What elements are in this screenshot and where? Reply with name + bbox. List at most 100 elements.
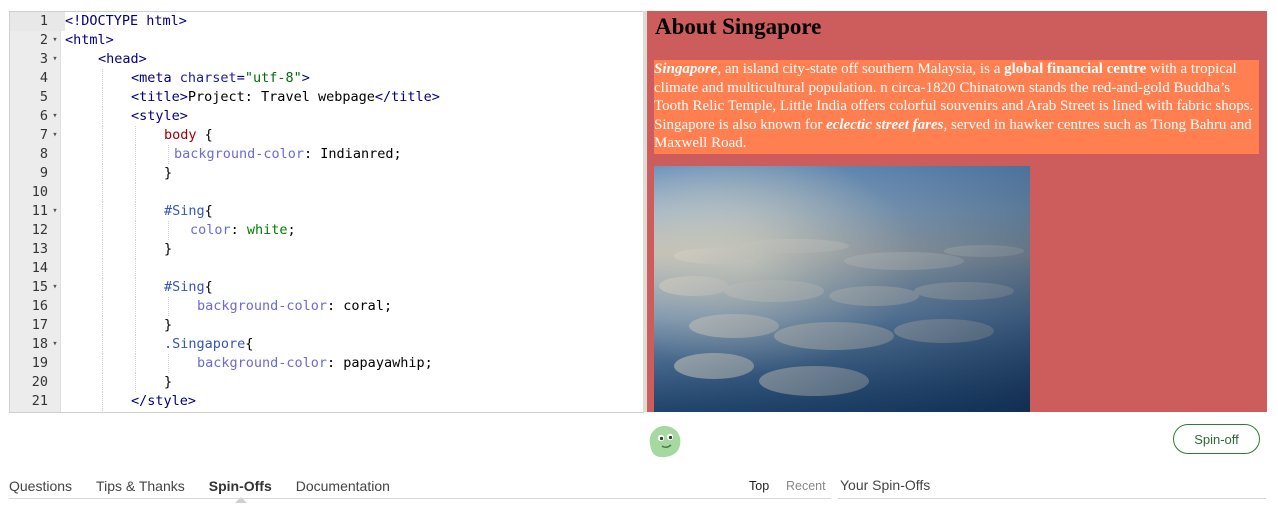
bold-global-financial-centre: global financial centre (1004, 61, 1147, 77)
code-text: </style> (65, 392, 643, 411)
preview-heading: About Singapore (655, 14, 822, 39)
code-text: background-color: papayawhip; (65, 354, 643, 373)
code-token: > (301, 70, 310, 86)
code-line[interactable]: 18 ▾ .Singapore{ (10, 335, 643, 354)
line-number: 19 (31, 355, 48, 371)
code-line[interactable]: 17} (10, 316, 643, 335)
code-token: charset (179, 70, 237, 86)
line-number: 8 (39, 146, 48, 162)
code-text: <html> (65, 31, 643, 50)
code-token: <style> (131, 108, 188, 124)
tab-tips-thanks[interactable]: Tips & Thanks (96, 478, 185, 498)
line-number: 11 (31, 203, 48, 219)
code-token: <html> (65, 32, 114, 48)
code-token: { (245, 336, 254, 352)
code-line[interactable]: 8 background-color: Indianred; (10, 145, 643, 164)
code-token: ; (287, 222, 296, 238)
line-number: 3 (39, 51, 48, 67)
code-text: } (65, 240, 643, 259)
code-token: </style> (131, 393, 197, 409)
sort-recent-link[interactable]: Recent (786, 479, 826, 493)
code-text: <meta charset="utf-8"> (65, 69, 643, 88)
fold-toggle-icon[interactable]: ▾ (50, 50, 60, 69)
code-line[interactable]: 10 (10, 183, 643, 202)
indent-guide (135, 183, 136, 202)
code-token: body (164, 127, 205, 143)
code-token: #Sing (164, 279, 205, 295)
code-line[interactable]: 2 ▾ <html> (10, 31, 643, 50)
line-number: 5 (39, 89, 48, 105)
code-line[interactable]: 1 <!DOCTYPE html> (10, 12, 643, 31)
spin-off-button[interactable]: Spin-off (1173, 424, 1260, 454)
line-number: 7 (39, 127, 48, 143)
em-singapore: Singapore (654, 61, 718, 77)
code-line[interactable]: 19 background-color: papayawhip; (10, 354, 643, 373)
singapore-paragraph: Singapore, an island city-state off sout… (654, 60, 1259, 154)
line-number: 6 (39, 108, 48, 124)
tab-spin-offs[interactable]: Spin-Offs (209, 478, 272, 503)
code-token: } (164, 241, 173, 257)
code-token: </title> (374, 89, 440, 105)
fold-toggle-icon[interactable]: ▾ (50, 107, 60, 126)
bottom-tabs: Questions Tips & Thanks Spin-Offs Docume… (9, 478, 414, 503)
sort-top-link[interactable]: Top (749, 479, 769, 493)
code-token: #Sing (164, 203, 205, 219)
fold-toggle-icon[interactable]: ▾ (50, 278, 60, 297)
code-line[interactable]: 9} (10, 164, 643, 183)
line-number: 2 (39, 32, 48, 48)
tab-documentation[interactable]: Documentation (296, 478, 390, 498)
code-token: .Singapore (164, 336, 246, 352)
code-token: : papayawhip; (327, 355, 433, 371)
code-line[interactable]: 12 color: white; (10, 221, 643, 240)
tabs-divider (9, 498, 831, 499)
code-text: #Sing{ (65, 278, 643, 297)
code-editor[interactable]: 1 <!DOCTYPE html> 2 ▾ <html> 3 ▾ <head> 4 <meta c… (9, 11, 644, 413)
code-token: : Indianred; (304, 146, 402, 162)
indent-guide (102, 259, 103, 278)
code-token: background-color (197, 355, 328, 371)
clouds-photo (654, 166, 1030, 412)
code-line[interactable]: 3 ▾ <head> (10, 50, 643, 69)
code-lines[interactable]: 1 <!DOCTYPE html> 2 ▾ <html> 3 ▾ <head> 4 <meta c… (10, 12, 643, 411)
code-line[interactable]: 14 (10, 259, 643, 278)
code-token: color (190, 222, 231, 238)
para-text-1: , an island city-state off southern Mala… (717, 61, 1005, 77)
your-spin-offs-heading: Your Spin-Offs (840, 477, 931, 493)
code-token: <title> (131, 89, 188, 105)
code-text: body { (65, 126, 643, 145)
fold-toggle-icon[interactable]: ▾ (50, 126, 60, 145)
code-token: background-color (197, 298, 328, 314)
fold-toggle-icon[interactable]: ▾ (50, 31, 60, 50)
code-text: } (65, 373, 643, 392)
code-line[interactable]: 5 <title>Project: Travel webpage</title> (10, 88, 643, 107)
code-text: #Sing{ (65, 202, 643, 221)
code-text: } (65, 164, 643, 183)
code-line[interactable]: 7 ▾ body { (10, 126, 643, 145)
tab-questions[interactable]: Questions (9, 478, 72, 498)
code-line[interactable]: 13} (10, 240, 643, 259)
code-text: color: white; (65, 221, 643, 240)
code-line[interactable]: 11 ▾ #Sing{ (10, 202, 643, 221)
code-token: background-color (174, 146, 305, 162)
code-line[interactable]: 15 ▾ #Sing{ (10, 278, 643, 297)
code-line[interactable]: 21 </style> (10, 392, 643, 411)
indent-guide (102, 183, 103, 202)
code-line[interactable]: 6 ▾ <style> (10, 107, 643, 126)
code-token: <head> (98, 51, 147, 67)
line-number: 17 (31, 317, 48, 333)
code-token: } (164, 317, 173, 333)
code-token: { (204, 127, 213, 143)
code-line[interactable]: 16 background-color: coral; (10, 297, 643, 316)
code-text: <!DOCTYPE html> (65, 12, 643, 31)
fold-toggle-icon[interactable]: ▾ (50, 202, 60, 221)
spin-offs-divider (838, 498, 1266, 499)
line-number: 21 (31, 393, 48, 409)
code-line[interactable]: 20} (10, 373, 643, 392)
mascot-avatar-icon[interactable] (644, 422, 684, 460)
code-token: { (204, 203, 213, 219)
line-number: 13 (31, 241, 48, 257)
code-line[interactable]: 4 <meta charset="utf-8"> (10, 69, 643, 88)
code-text: background-color: coral; (65, 297, 643, 316)
line-number: 1 (39, 13, 48, 29)
fold-toggle-icon[interactable]: ▾ (50, 335, 60, 354)
